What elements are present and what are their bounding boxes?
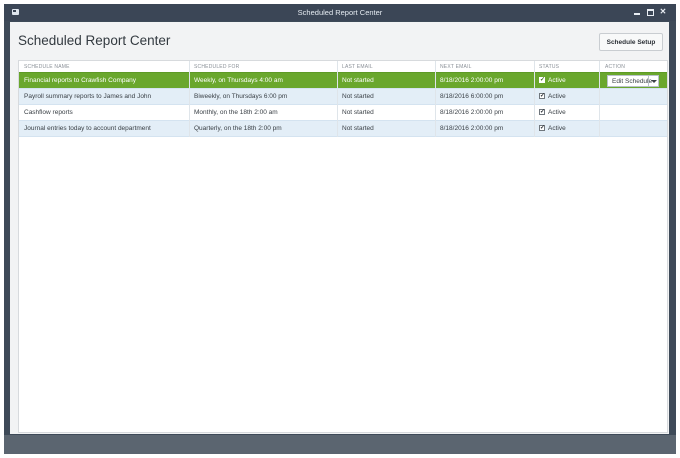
column-divider: [337, 61, 338, 137]
active-checkbox[interactable]: ✓: [539, 109, 545, 115]
schedule-name: Financial reports to Crawfish Company: [24, 77, 136, 84]
scheduled-for: Biweekly, on Thursdays 6:00 pm: [194, 93, 288, 100]
schedule-name: Cashflow reports: [24, 109, 73, 116]
bottom-bar: [4, 435, 676, 454]
schedule-table: SCHEDULE NAME SCHEDULED FOR LAST EMAIL N…: [18, 60, 668, 433]
active-checkbox[interactable]: ✓: [539, 77, 545, 83]
column-header-action[interactable]: ACTION: [605, 64, 625, 70]
column-divider: [189, 61, 190, 137]
close-icon[interactable]: ✕: [659, 7, 667, 16]
table-row[interactable]: Journal entries today to account departm…: [19, 120, 667, 137]
active-checkbox[interactable]: ✓: [539, 93, 545, 99]
main-content: Scheduled Report Center Schedule Setup S…: [10, 22, 669, 434]
table-header: SCHEDULE NAME SCHEDULED FOR LAST EMAIL N…: [19, 61, 667, 72]
table-row[interactable]: Payroll summary reports to James and Joh…: [19, 88, 667, 104]
schedule-setup-button[interactable]: Schedule Setup: [599, 33, 663, 51]
page-title: Scheduled Report Center: [18, 33, 171, 48]
status-label: Active: [548, 109, 566, 116]
column-header-status[interactable]: STATUS: [539, 64, 559, 70]
column-divider: [599, 61, 600, 137]
column-header-schedule-name[interactable]: SCHEDULE NAME: [24, 64, 70, 70]
window-title: Scheduled Report Center: [297, 8, 383, 17]
schedule-name: Payroll summary reports to James and Joh…: [24, 93, 152, 100]
last-email: Not started: [342, 77, 374, 84]
next-email: 8/18/2016 2:00:00 pm: [440, 125, 504, 132]
edit-schedule-dropdown[interactable]: Edit Schedule: [607, 75, 659, 87]
column-divider: [534, 61, 535, 137]
last-email: Not started: [342, 125, 374, 132]
scheduled-for: Monthly, on the 18th 2:00 am: [194, 109, 278, 116]
last-email: Not started: [342, 93, 374, 100]
maximize-icon[interactable]: [646, 7, 654, 16]
table-row[interactable]: Financial reports to Crawfish Company We…: [19, 72, 667, 88]
schedule-name: Journal entries today to account departm…: [24, 125, 151, 132]
window-controls: ✕: [633, 7, 667, 16]
active-checkbox[interactable]: ✓: [539, 125, 545, 131]
title-bar: Scheduled Report Center ✕: [4, 4, 676, 21]
chevron-down-icon[interactable]: [648, 76, 658, 86]
table-row[interactable]: Cashflow reports Monthly, on the 18th 2:…: [19, 104, 667, 120]
status-label: Active: [548, 93, 566, 100]
scheduled-for: Quarterly, on the 18th 2:00 pm: [194, 125, 282, 132]
last-email: Not started: [342, 109, 374, 116]
status-label: Active: [548, 77, 566, 84]
status-label: Active: [548, 125, 566, 132]
scheduled-for: Weekly, on Thursdays 4:00 am: [194, 77, 283, 84]
next-email: 8/18/2016 2:00:00 pm: [440, 77, 504, 84]
column-header-last-email[interactable]: LAST EMAIL: [342, 64, 373, 70]
column-header-scheduled-for[interactable]: SCHEDULED FOR: [194, 64, 239, 70]
app-window: Scheduled Report Center ✕ Scheduled Repo…: [4, 4, 676, 454]
next-email: 8/18/2016 2:00:00 pm: [440, 109, 504, 116]
column-divider: [435, 61, 436, 137]
column-header-next-email[interactable]: NEXT EMAIL: [440, 64, 472, 70]
minimize-icon[interactable]: [633, 7, 641, 16]
edit-schedule-label: Edit Schedule: [612, 78, 653, 85]
next-email: 8/18/2016 6:00:00 pm: [440, 93, 504, 100]
